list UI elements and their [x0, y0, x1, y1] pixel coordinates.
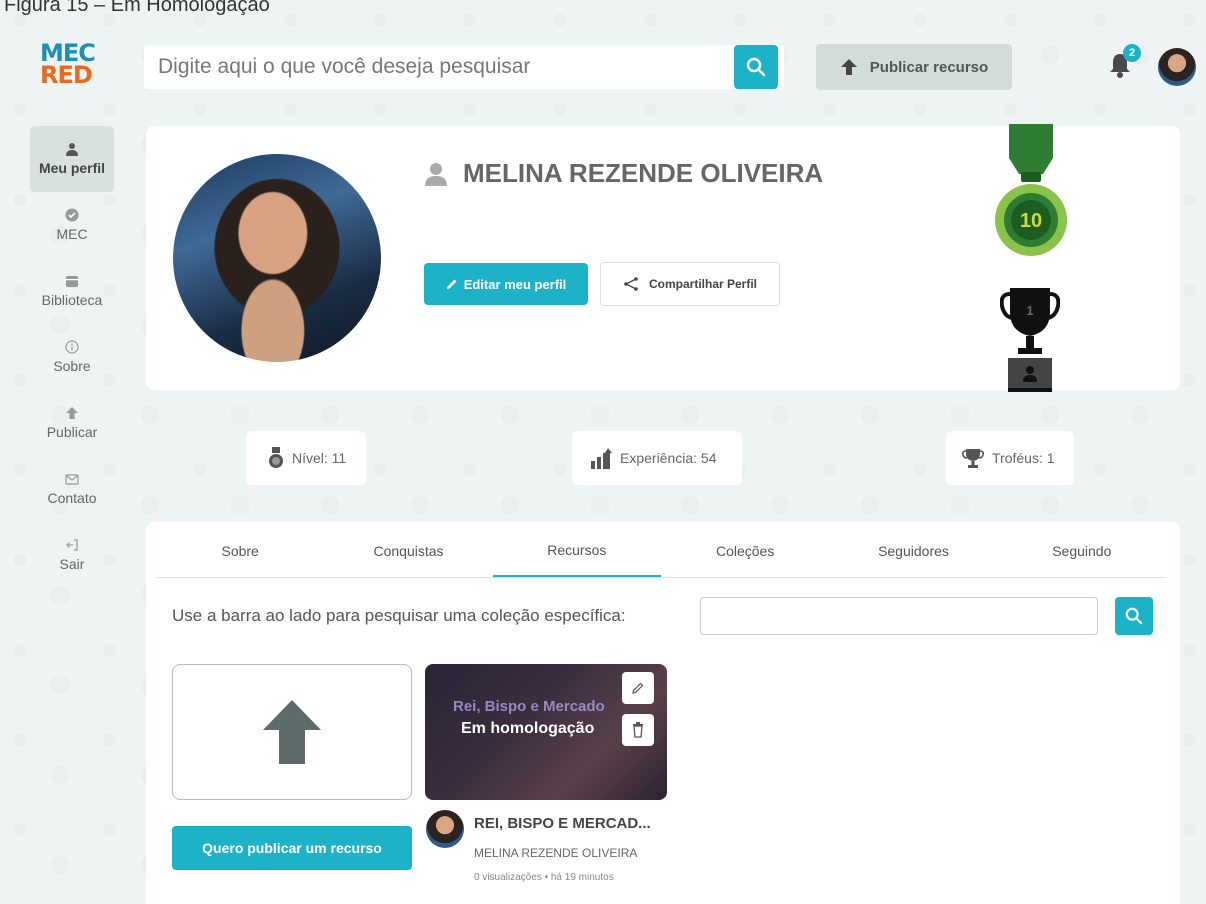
bar-chart-icon — [591, 448, 612, 469]
sidebar-item-label: Sobre — [53, 358, 91, 374]
medal-icon: 10 — [995, 124, 1067, 256]
sidebar-item-biblioteca[interactable]: Biblioteca — [30, 258, 114, 324]
share-profile-label: Compartilhar Perfil — [648, 277, 758, 291]
share-icon — [624, 277, 638, 291]
sidebar-item-label: Sair — [59, 556, 85, 572]
sidebar-item-sair[interactable]: Sair — [30, 522, 114, 588]
trophy-small-icon — [962, 449, 984, 468]
upload-resource-card[interactable] — [172, 664, 412, 800]
sidebar-item-publicar[interactable]: Publicar — [30, 390, 114, 456]
library-icon — [66, 276, 78, 287]
pencil-icon — [446, 279, 457, 289]
publish-resource-cta-button[interactable]: Quero publicar um recurso — [172, 826, 412, 870]
share-profile-button[interactable]: Compartilhar Perfil — [600, 262, 780, 306]
logo-line-2: RED — [40, 61, 93, 89]
user-icon — [425, 162, 447, 186]
thumbnail-title: Rei, Bispo e Mercado — [453, 698, 605, 715]
profile-tabs: Sobre Conquistas Recursos Coleções Segui… — [156, 524, 1166, 578]
delete-resource-button[interactable] — [622, 714, 654, 746]
publish-resource-label: Publicar recurso — [869, 58, 989, 76]
pencil-icon — [632, 682, 644, 694]
resource-meta: 0 visualizações • há 19 minutos — [474, 872, 614, 883]
trophies-stat: Troféus: 1 — [946, 431, 1074, 485]
homologation-status: Em homologação — [461, 720, 595, 737]
publish-resource-button[interactable]: Publicar recurso — [816, 44, 1012, 90]
trophies-stat-text: Troféus: 1 — [992, 450, 1055, 466]
upload-arrow-icon — [66, 407, 78, 419]
sidebar-item-label: MEC — [56, 226, 88, 242]
resource-author-avatar[interactable] — [426, 810, 464, 848]
mail-icon — [65, 474, 79, 485]
notification-badge: 2 — [1123, 44, 1141, 62]
trophy-rank-text: 1 — [1026, 303, 1033, 318]
sidebar-item-label: Meu perfil — [38, 160, 106, 176]
info-icon — [65, 340, 79, 354]
profile-name-text: MELINA REZENDE OLIVEIRA — [463, 158, 824, 188]
sidebar-item-label: Publicar — [46, 424, 98, 440]
tab-seguindo[interactable]: Seguindo — [998, 524, 1166, 577]
upload-arrow-icon — [840, 59, 857, 75]
sidebar-item-mec[interactable]: MEC — [30, 192, 114, 258]
sidebar: Meu perfil MEC Biblioteca Sobre Publicar… — [30, 126, 114, 588]
medal-small-icon — [269, 447, 283, 468]
edit-profile-label: Editar meu perfil — [463, 276, 567, 292]
search-icon — [746, 57, 766, 77]
upload-arrow-icon — [263, 700, 321, 764]
sidebar-item-label: Biblioteca — [41, 292, 103, 308]
medal-level-text: 10 — [1020, 210, 1042, 232]
tab-colecoes[interactable]: Coleções — [661, 524, 829, 577]
collection-search-button[interactable] — [1115, 597, 1153, 635]
trophy-icon: 1 — [1000, 288, 1060, 392]
sidebar-item-sobre[interactable]: Sobre — [30, 324, 114, 390]
search-bar — [144, 45, 784, 89]
sidebar-item-meu-perfil[interactable]: Meu perfil — [30, 126, 114, 192]
experience-stat: Experiência: 54 — [572, 431, 742, 485]
figure-caption: Figura 15 – Em Homologação — [4, 0, 270, 16]
sidebar-item-label: Contato — [47, 490, 97, 506]
tab-seguidores[interactable]: Seguidores — [829, 524, 997, 577]
search-button[interactable] — [734, 45, 778, 89]
resource-title[interactable]: REI, BISPO E MERCAD... — [474, 815, 651, 832]
tab-sobre[interactable]: Sobre — [156, 524, 324, 577]
search-icon — [1125, 607, 1143, 625]
tab-recursos[interactable]: Recursos — [492, 524, 661, 577]
resource-author[interactable]: MELINA REZENDE OLIVEIRA — [474, 846, 637, 860]
search-input[interactable] — [144, 45, 714, 89]
collection-search-input[interactable] — [700, 597, 1098, 635]
check-circle-icon — [65, 208, 79, 222]
mecred-logo[interactable]: MEC RED — [40, 41, 104, 89]
edit-resource-button[interactable] — [622, 672, 654, 704]
tab-conquistas[interactable]: Conquistas — [324, 524, 492, 577]
logout-icon — [66, 539, 78, 551]
sidebar-item-contato[interactable]: Contato — [30, 456, 114, 522]
profile-photo — [173, 154, 381, 362]
level-stat: Nível: 11 — [246, 431, 366, 485]
user-avatar[interactable] — [1158, 48, 1196, 86]
level-stat-text: Nível: 11 — [292, 450, 347, 466]
user-icon — [66, 143, 78, 156]
experience-stat-text: Experiência: 54 — [620, 450, 717, 466]
profile-name: MELINA REZENDE OLIVEIRA — [425, 158, 823, 189]
collection-search-label: Use a barra ao lado para pesquisar uma c… — [172, 606, 626, 625]
edit-profile-button[interactable]: Editar meu perfil — [424, 263, 588, 305]
trash-icon — [633, 722, 643, 738]
